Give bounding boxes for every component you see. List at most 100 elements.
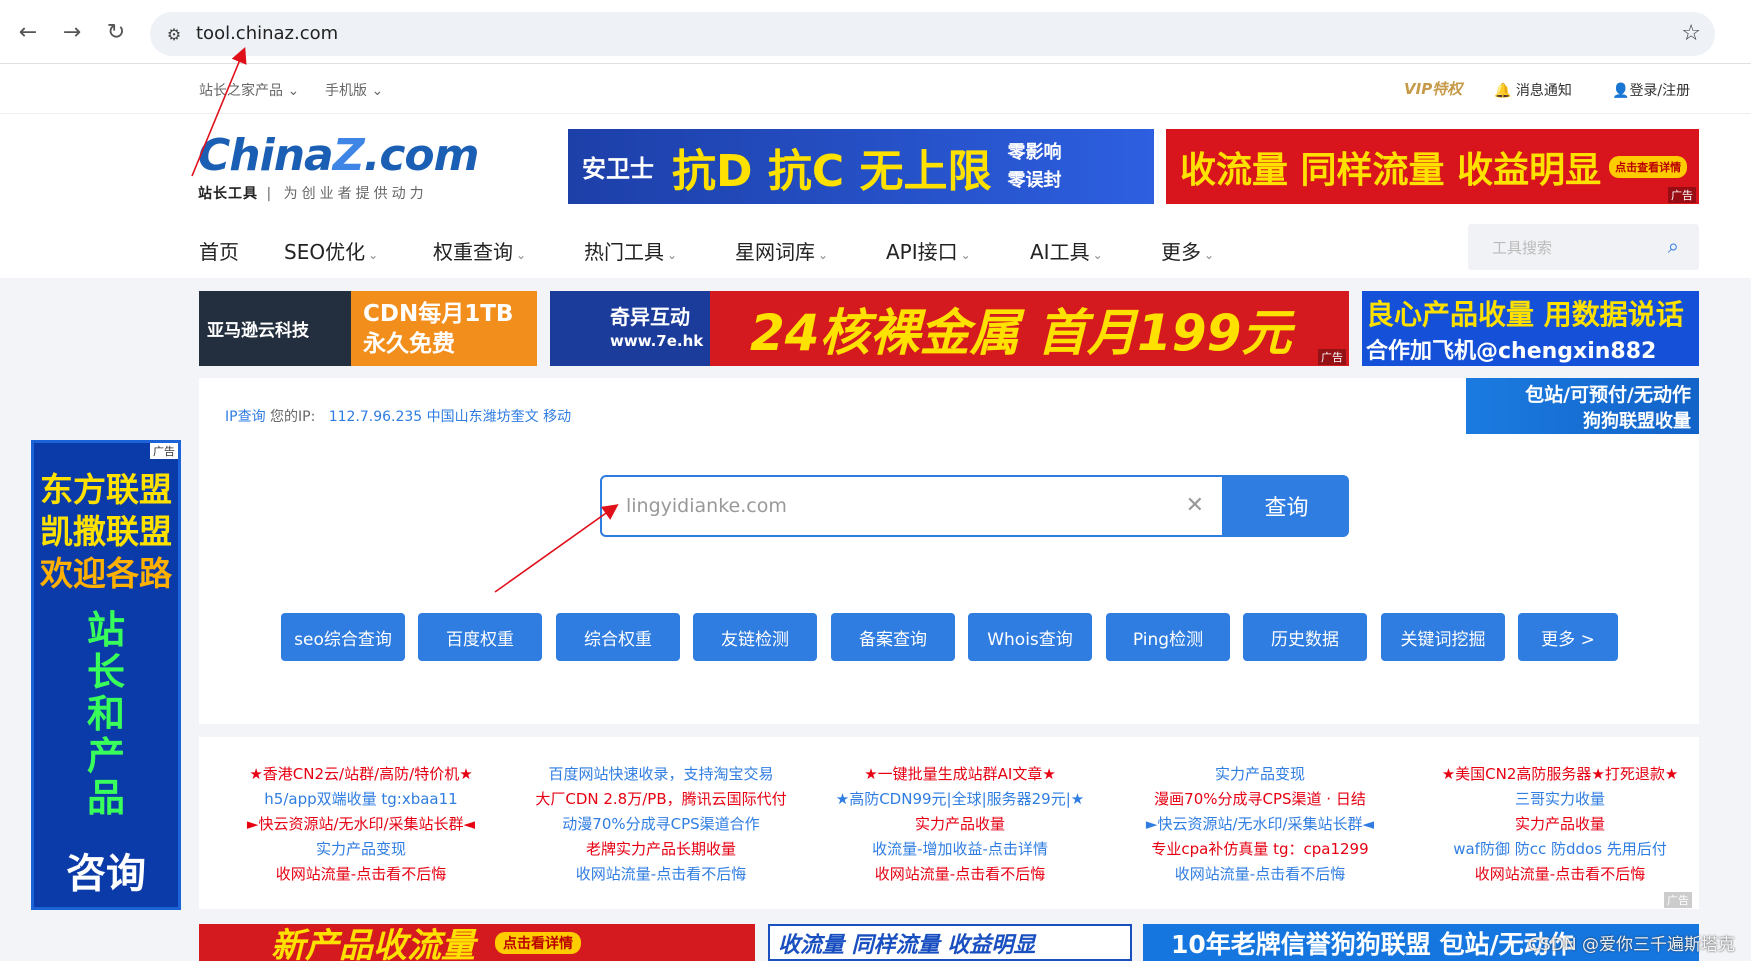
side-ad-text: 欢迎各路 (34, 553, 178, 595)
tool-button-keywords[interactable]: 关键词挖掘 (1381, 613, 1505, 661)
site-info-icon[interactable]: ⚙ (162, 22, 186, 46)
text-ad-link[interactable]: 收网站流量-点击看不后悔 (1110, 862, 1410, 887)
tool-button-whois[interactable]: Whois查询 (968, 613, 1092, 661)
banner-brand: 安卫士 (582, 149, 654, 184)
text-ad-column: 百度网站快速收录，支持淘宝交易大厂CDN 2.8万/PB，腾讯云国际代付动漫70… (511, 762, 811, 887)
text-ad-link[interactable]: ►快云资源站/无水印/采集站长群◄ (211, 812, 511, 837)
vip-link[interactable]: VIP特权 (1404, 78, 1462, 99)
url-text[interactable]: tool.chinaz.com (196, 23, 338, 44)
menu-more[interactable]: 更多⌄ (1161, 236, 1214, 265)
tool-button-overall-weight[interactable]: 综合权重 (556, 613, 680, 661)
text-ad-link[interactable]: 实力产品变现 (211, 837, 511, 862)
text-ad-column: 实力产品变现漫画70%分成寻CPS渠道 · 日结►快云资源站/无水印/采集站长群… (1110, 762, 1410, 887)
text-ad-link[interactable]: h5/app双端收量 tg:xbaa11 (211, 787, 511, 812)
browser-toolbar: ← → ↻ ⚙ tool.chinaz.com ☆ (0, 0, 1751, 64)
banner-detail-button: 点击查看详情 (1609, 156, 1687, 178)
tool-button-more[interactable]: 更多 > (1518, 613, 1618, 661)
bookmark-star-icon[interactable]: ☆ (1681, 21, 1701, 46)
address-bar[interactable]: ⚙ tool.chinaz.com ☆ (150, 12, 1715, 56)
tool-search-input[interactable]: 工具搜索 ⌕ (1468, 224, 1699, 270)
text-ad-link[interactable]: 三哥实力收量 (1410, 787, 1710, 812)
text-ad-link[interactable]: 动漫70%分成寻CPS渠道合作 (511, 812, 811, 837)
menu-label: SEO优化 (284, 240, 365, 264)
back-icon[interactable]: ← (14, 18, 42, 46)
menu-lexicon[interactable]: 星网词库⌄ (735, 236, 828, 265)
ad-label: 广告 (1318, 349, 1346, 365)
banner-headline: 合作加飞机@chengxin882 (1366, 333, 1656, 365)
chevron-down-icon: ⌄ (667, 248, 677, 262)
banner-side-text: 零影响 (1007, 139, 1061, 167)
banner-site: www.7e.hk (610, 329, 720, 353)
ip-value: 112.7.96.235 中国山东潍坊奎文 移动 (329, 409, 571, 425)
tool-button-ping[interactable]: Ping检测 (1106, 613, 1230, 661)
tool-button-link-check[interactable]: 友链检测 (693, 613, 817, 661)
text-ad-link[interactable]: 实力产品变现 (1110, 762, 1410, 787)
query-button[interactable]: 查询 (1224, 475, 1349, 537)
ad-banner-anweishi[interactable]: 安卫士 抗D 抗C 无上限 零影响零误封 (568, 129, 1154, 204)
chevron-down-icon: ⌄ (368, 248, 378, 262)
user-icon: 👤 (1612, 83, 1629, 99)
text-ad-link[interactable]: 百度网站快速收录，支持淘宝交易 (511, 762, 811, 787)
ip-query-link[interactable]: IP查询 (225, 409, 266, 425)
text-ad-link[interactable]: ►快云资源站/无水印/采集站长群◄ (1110, 812, 1410, 837)
ad-banner-traffic-2[interactable]: 收流量 同样流量 收益明显 (768, 924, 1132, 961)
products-dropdown[interactable]: 站长之家产品 ⌄ (199, 80, 299, 100)
text-ad-link[interactable]: 实力产品收量 (1410, 812, 1710, 837)
ad-banner-new-product[interactable]: 新产品收流量 点击看详情 (199, 924, 755, 961)
notification-link[interactable]: 🔔 消息通知 (1494, 80, 1572, 100)
menu-api[interactable]: API接口⌄ (886, 236, 971, 265)
menu-label: 更多 (1161, 240, 1201, 264)
menu-home[interactable]: 首页 (199, 236, 239, 265)
side-ad-dongfang[interactable]: 广告 东方联盟 凯撒联盟 欢迎各路 站长和产品 咨询 (31, 440, 181, 910)
tool-button-baidu-weight[interactable]: 百度权重 (418, 613, 542, 661)
ad-banner-traffic[interactable]: 收流量 同样流量 收益明显 点击查看详情 广告 (1166, 129, 1699, 204)
ad-banner-gougou[interactable]: 包站/可预付/无动作 狗狗联盟收量 (1466, 378, 1699, 434)
text-ad-link[interactable]: 收网站流量-点击看不后悔 (511, 862, 811, 887)
text-ad-link[interactable]: ★美国CN2高防服务器★打死退款★ (1410, 762, 1710, 787)
text-ad-link[interactable]: ★高防CDN99元|全球|服务器29元|★ (810, 787, 1110, 812)
text-ad-link[interactable]: 漫画70%分成寻CPS渠道 · 日结 (1110, 787, 1410, 812)
forward-icon[interactable]: → (58, 18, 86, 46)
banner-detail-button: 点击看详情 (495, 932, 581, 954)
text-ad-link[interactable]: 实力产品收量 (810, 812, 1110, 837)
clear-icon[interactable]: ✕ (1186, 493, 1204, 518)
search-icon[interactable]: ⌕ (1668, 234, 1679, 258)
chinaz-logo[interactable]: ChinaZ.com 站长工具 | 为创业者提供动力 (198, 130, 458, 220)
menu-label: 权重查询 (433, 240, 513, 264)
ad-banner-liangxin[interactable]: 良心产品收量 用数据说话 合作加飞机@chengxin882 (1362, 291, 1699, 366)
chevron-down-icon: ⌄ (283, 83, 299, 99)
text-ad-link[interactable]: 收网站流量-点击看不后悔 (1410, 862, 1710, 887)
ad-banner-7e[interactable]: 奇异互动www.7e.hk 24核裸金属 首月199元 广告 (550, 291, 1349, 366)
reload-icon[interactable]: ↻ (102, 18, 130, 46)
text-ad-link[interactable]: 收流量-增加收益-点击详情 (810, 837, 1110, 862)
chevron-down-icon: ⌄ (367, 83, 383, 99)
menu-ai-tools[interactable]: AI工具⌄ (1030, 236, 1103, 265)
text-ad-column: ★美国CN2高防服务器★打死退款★三哥实力收量实力产品收量waf防御 防cc 防… (1410, 762, 1710, 887)
banner-headline: 良心产品收量 用数据说话 (1366, 293, 1684, 333)
menu-hot-tools[interactable]: 热门工具⌄ (584, 236, 677, 265)
login-link[interactable]: 👤登录/注册 (1612, 80, 1690, 100)
text-ad-link[interactable]: 收网站流量-点击看不后悔 (211, 862, 511, 887)
mobile-dropdown[interactable]: 手机版 ⌄ (325, 80, 383, 100)
text-ad-link[interactable]: 大厂CDN 2.8万/PB，腾讯云国际代付 (511, 787, 811, 812)
menu-label: 星网词库 (735, 240, 815, 264)
text-ad-link[interactable]: 老牌实力产品长期收量 (511, 837, 811, 862)
side-ad-text: 东方联盟 (34, 469, 178, 511)
menu-weight[interactable]: 权重查询⌄ (433, 236, 526, 265)
ip-label: 您的IP: (270, 409, 315, 425)
tool-button-icp[interactable]: 备案查询 (831, 613, 955, 661)
text-ad-link[interactable]: 收网站流量-点击看不后悔 (810, 862, 1110, 887)
tool-search-placeholder: 工具搜索 (1492, 237, 1552, 258)
text-ad-link[interactable]: waf防御 防cc 防ddos 先用后付 (1410, 837, 1710, 862)
tool-button-history[interactable]: 历史数据 (1243, 613, 1367, 661)
tool-button-seo[interactable]: seo综合查询 (281, 613, 405, 661)
text-ad-link[interactable]: ★香港CN2云/站群/高防/特价机★ (211, 762, 511, 787)
ad-banner-aws[interactable]: 亚马逊云科技 CDN每月1TB永久免费 (199, 291, 537, 366)
menu-seo[interactable]: SEO优化⌄ (284, 236, 378, 265)
domain-query-input[interactable]: lingyidianke.com ✕ (600, 475, 1224, 537)
text-ad-link[interactable]: 专业cpa补仿真量 tg：cpa1299 (1110, 837, 1410, 862)
banner-headline: CDN每月1TB (363, 299, 513, 329)
banner-headline: 24核裸金属 首月199元 (750, 293, 1291, 365)
menu-label: AI工具 (1030, 240, 1090, 264)
text-ad-link[interactable]: ★一键批量生成站群AI文章★ (810, 762, 1110, 787)
